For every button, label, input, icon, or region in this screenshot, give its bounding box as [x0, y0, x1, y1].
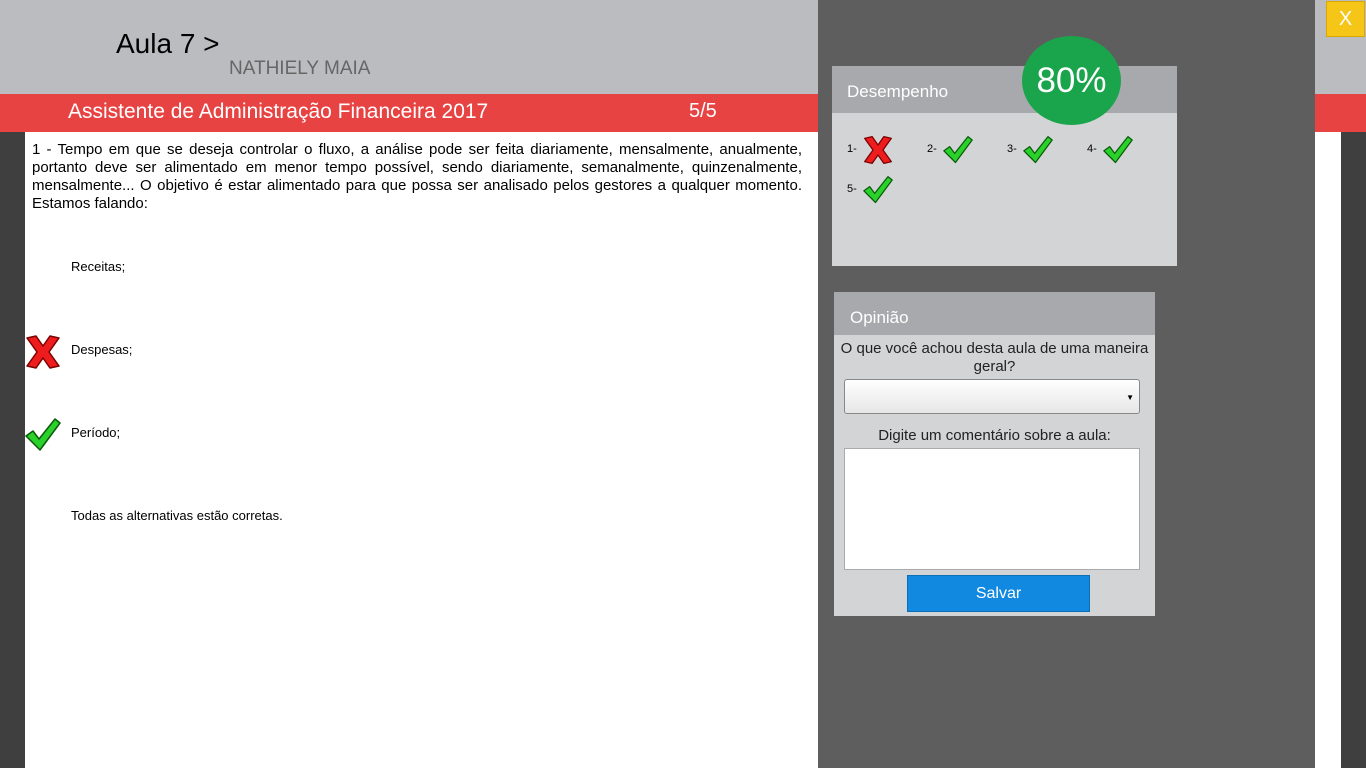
option-todas[interactable]: Todas as alternativas estão corretas.	[71, 508, 283, 523]
performance-header: Desempenho	[832, 66, 1177, 113]
option-periodo[interactable]: Período;	[71, 425, 120, 440]
performance-title: Desempenho	[847, 82, 949, 101]
correct-check-icon	[1023, 135, 1053, 165]
result-number: 2-	[927, 143, 937, 155]
correct-check-icon	[863, 175, 893, 205]
option-receitas[interactable]: Receitas;	[71, 259, 125, 274]
result-number: 1-	[847, 143, 857, 155]
lesson-title[interactable]: Aula 7 >	[116, 28, 220, 60]
rating-select[interactable]: ▼	[844, 379, 1140, 414]
result-number: 3-	[1007, 143, 1017, 155]
option-despesas[interactable]: Despesas;	[71, 342, 132, 357]
score-badge: 80%	[1022, 36, 1121, 125]
comment-textarea[interactable]	[844, 448, 1140, 570]
performance-box: Desempenho 1- 2- 3- 4- 5-	[832, 66, 1177, 266]
close-button[interactable]: X	[1326, 1, 1365, 37]
correct-check-icon	[25, 417, 61, 453]
opinion-header: Opinião	[834, 292, 1155, 335]
opinion-box: Opinião O que você achou desta aula de u…	[834, 292, 1155, 616]
content-edge	[1315, 132, 1341, 768]
result-number: 5-	[847, 183, 857, 195]
wrong-x-icon	[25, 334, 61, 370]
save-button[interactable]: Salvar	[907, 575, 1090, 612]
correct-check-icon	[1103, 135, 1133, 165]
opinion-question: O que você achou desta aula de uma manei…	[840, 340, 1149, 375]
question-progress: 5/5	[689, 100, 717, 122]
question-text: 1 - Tempo em que se deseja controlar o f…	[32, 141, 802, 212]
opinion-title: Opinião	[850, 308, 909, 327]
wrong-x-icon	[863, 135, 893, 165]
question-area	[25, 132, 818, 768]
result-number: 4-	[1087, 143, 1097, 155]
student-name: NATHIELY MAIA	[229, 58, 371, 79]
chevron-down-icon: ▼	[1126, 393, 1134, 402]
correct-check-icon	[943, 135, 973, 165]
comment-label: Digite um comentário sobre a aula:	[878, 427, 1111, 444]
course-title: Assistente de Administração Financeira 2…	[68, 100, 489, 123]
